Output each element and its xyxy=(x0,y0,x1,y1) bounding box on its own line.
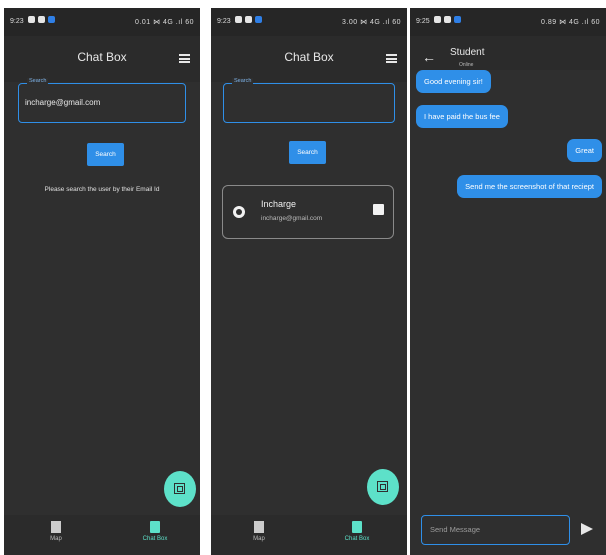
status-right: 0.01 ⋈ 4G .ıl 60 xyxy=(135,19,194,26)
status-time: 9:23 xyxy=(10,18,24,25)
menu-icon[interactable] xyxy=(386,54,397,63)
fab-button[interactable] xyxy=(164,471,196,507)
message-sent: Send me the screenshot of that reciept xyxy=(457,175,602,198)
screen-search-result: 9:23 3.00 ⋈ 4G .ıl 60 Chat Box Search Se… xyxy=(211,8,407,555)
message-received: I have paid the bus fee xyxy=(416,105,508,128)
search-field[interactable]: Search incharge@gmail.com xyxy=(18,78,186,123)
user-result-card[interactable]: Incharge incharge@gmail.com xyxy=(222,185,394,239)
scan-icon xyxy=(377,481,388,492)
map-icon xyxy=(254,521,264,533)
chat-icon xyxy=(150,521,160,533)
notification-icons xyxy=(235,16,262,23)
search-label: Search xyxy=(27,78,49,84)
chat-contact-status: Online xyxy=(459,62,474,68)
back-arrow-icon[interactable]: ← xyxy=(422,49,436,65)
tab-chat-box[interactable]: Chat Box xyxy=(125,521,185,542)
tab-chat-box[interactable]: Chat Box xyxy=(327,521,387,542)
chat-icon xyxy=(352,521,362,533)
status-bar: 9:23 0.01 ⋈ 4G .ıl 60 xyxy=(4,8,200,36)
send-icon[interactable] xyxy=(581,523,593,535)
app-bar: Chat Box xyxy=(211,36,407,82)
search-input-value[interactable]: incharge@gmail.com xyxy=(25,98,100,107)
screen-chat: 9:25 0.89 ⋈ 4G .ıl 60 ← Student Online G… xyxy=(410,8,606,555)
page-title: Chat Box xyxy=(284,50,334,64)
tab-chat-box-label: Chat Box xyxy=(344,536,370,542)
status-right: 3.00 ⋈ 4G .ıl 60 xyxy=(342,19,401,26)
status-right: 0.89 ⋈ 4G .ıl 60 xyxy=(541,19,600,26)
bottom-nav: Map Chat Box xyxy=(211,515,407,555)
notification-icons xyxy=(28,16,55,23)
user-name: Incharge xyxy=(261,199,297,209)
search-button[interactable]: Search xyxy=(289,141,326,164)
message-sent: Great xyxy=(567,139,602,162)
search-hint: Please search the user by their Email Id xyxy=(44,186,160,193)
tab-map[interactable]: Map xyxy=(26,521,86,542)
notification-icons xyxy=(434,16,461,23)
search-button[interactable]: Search xyxy=(87,143,124,166)
menu-icon[interactable] xyxy=(179,54,190,63)
app-bar: Chat Box xyxy=(4,36,200,82)
status-time: 9:25 xyxy=(416,18,430,25)
chat-contact-name: Student xyxy=(450,47,485,58)
search-field[interactable]: Search xyxy=(223,78,395,123)
scan-icon xyxy=(174,483,185,494)
message-received: Good evening sir! xyxy=(416,70,491,93)
page-title: Chat Box xyxy=(77,50,127,64)
message-input-field[interactable] xyxy=(421,515,570,545)
screen-search-empty: 9:23 0.01 ⋈ 4G .ıl 60 Chat Box Search in… xyxy=(4,8,200,555)
tab-map-label: Map xyxy=(50,536,62,542)
message-icon[interactable] xyxy=(373,204,384,215)
tab-map[interactable]: Map xyxy=(229,521,289,542)
message-input[interactable] xyxy=(428,524,562,535)
chat-header: ← Student Online xyxy=(410,36,606,70)
status-bar: 9:23 3.00 ⋈ 4G .ıl 60 xyxy=(211,8,407,36)
status-bar: 9:25 0.89 ⋈ 4G .ıl 60 xyxy=(410,8,606,36)
account-icon xyxy=(233,206,245,218)
search-label: Search xyxy=(232,78,254,84)
user-email: incharge@gmail.com xyxy=(261,215,323,222)
status-time: 9:23 xyxy=(217,18,231,25)
map-icon xyxy=(51,521,61,533)
bottom-nav: Map Chat Box xyxy=(4,515,200,555)
tab-chat-box-label: Chat Box xyxy=(142,536,168,542)
tab-map-label: Map xyxy=(253,536,265,542)
fab-button[interactable] xyxy=(367,469,399,505)
